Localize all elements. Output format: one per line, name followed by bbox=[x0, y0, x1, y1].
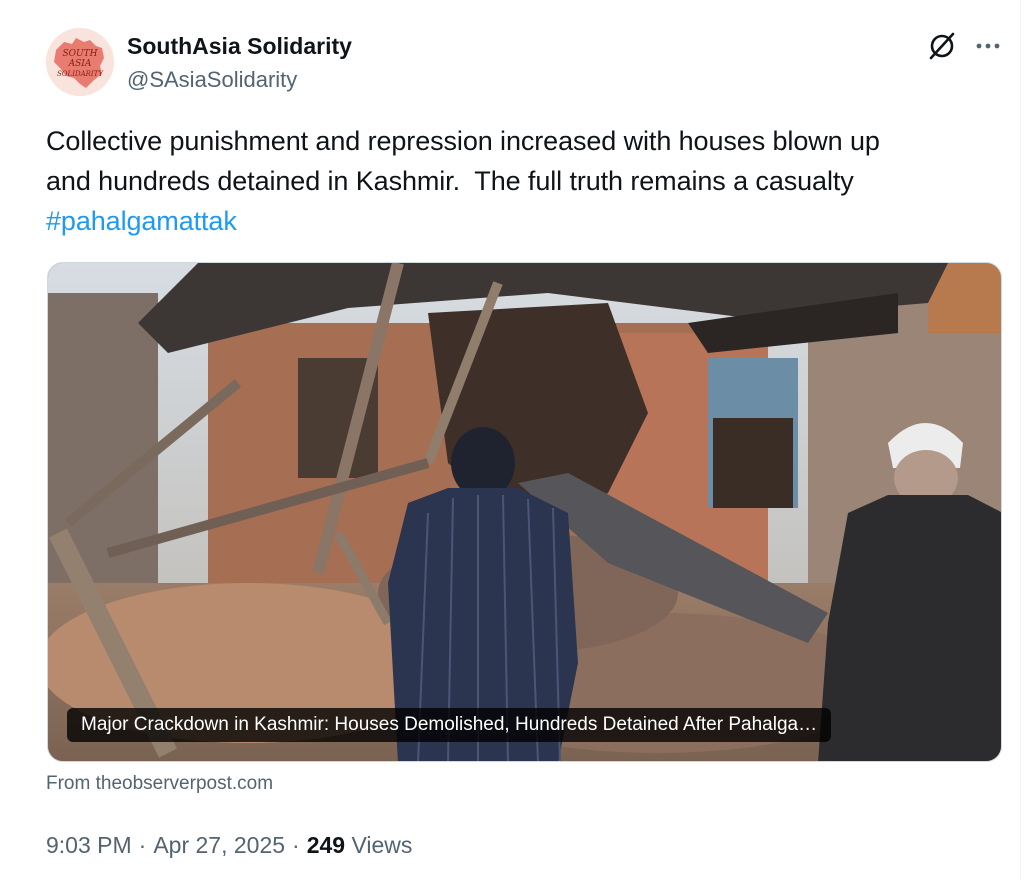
tweet-meta: 9:03 PM · Apr 27, 2025 · 249 Views bbox=[46, 830, 412, 860]
meta-separator: · bbox=[292, 832, 300, 858]
svg-text:ASIA: ASIA bbox=[68, 59, 92, 69]
tweet-text-line-2: and hundreds detained in Kashmir. The fu… bbox=[46, 166, 854, 196]
tweet-text: Collective punishment and repression inc… bbox=[46, 121, 1006, 241]
views-label: Views bbox=[351, 832, 413, 858]
tweet-text-line-1: Collective punishment and repression inc… bbox=[46, 126, 880, 156]
media-card[interactable]: Major Crackdown in Kashmir: Houses Demol… bbox=[47, 262, 1002, 762]
tweet-time[interactable]: 9:03 PM bbox=[46, 832, 132, 858]
author-avatar[interactable]: SOUTH ASIA SOLIDARITY bbox=[46, 28, 114, 96]
hashtag-link[interactable]: #pahalgamattak bbox=[46, 201, 1006, 241]
card-divider bbox=[1020, 0, 1021, 880]
author-handle[interactable]: @SAsiaSolidarity bbox=[127, 66, 297, 94]
meta-separator: · bbox=[138, 832, 147, 858]
author-display-name[interactable]: SouthAsia Solidarity bbox=[127, 32, 352, 60]
svg-text:SOLIDARITY: SOLIDARITY bbox=[57, 70, 104, 78]
media-source-link[interactable]: From theobserverpost.com bbox=[46, 772, 273, 796]
media-caption: Major Crackdown in Kashmir: Houses Demol… bbox=[67, 708, 832, 742]
grok-slash-circle-icon[interactable] bbox=[925, 29, 959, 63]
svg-text:SOUTH: SOUTH bbox=[63, 49, 98, 59]
demolished-house-photo bbox=[48, 263, 1001, 761]
more-ellipsis-icon[interactable] bbox=[973, 32, 1003, 60]
views-count: 249 bbox=[306, 832, 346, 858]
tweet-card: SOUTH ASIA SOLIDARITY SouthAsia Solidari… bbox=[0, 0, 1024, 880]
tweet-date[interactable]: Apr 27, 2025 bbox=[153, 832, 285, 858]
